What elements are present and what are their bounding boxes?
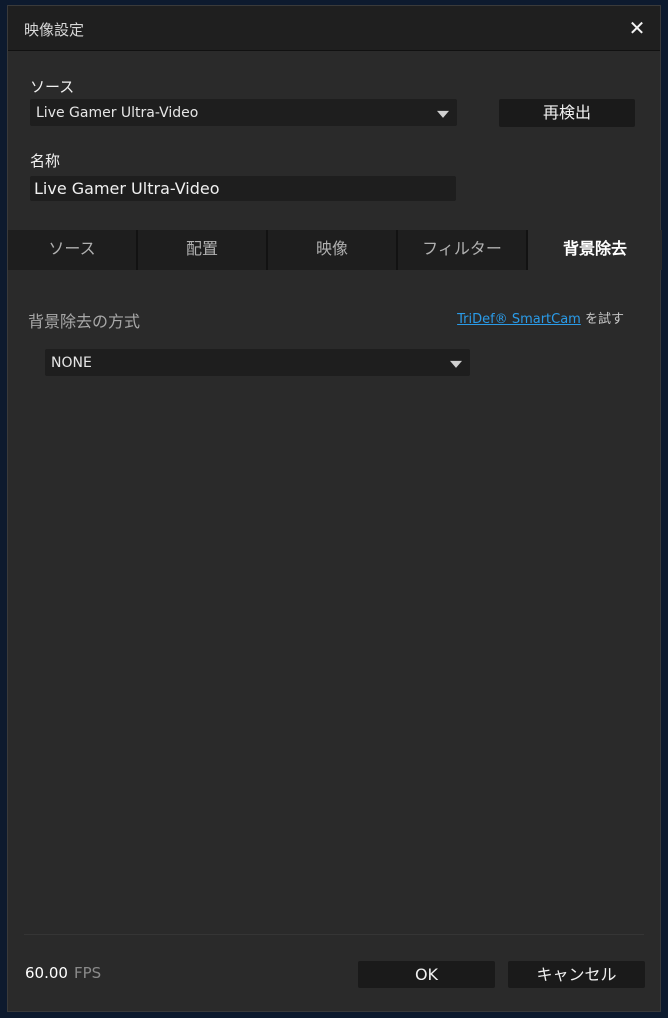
tab-bar: ソース 配置 映像 フィルター 背景除去 (8, 230, 662, 270)
fps-value: 60.00 (25, 964, 68, 982)
footer-divider (24, 934, 644, 935)
chevron-down-icon (450, 360, 462, 368)
dialog-title: 映像設定 (24, 21, 85, 39)
tab-source[interactable]: ソース (8, 230, 138, 270)
video-settings-dialog: 映像設定 ✕ ソース Live Gamer Ultra-Video 再検出 名称… (7, 5, 662, 1012)
name-input[interactable] (30, 176, 456, 201)
title-bar: 映像設定 ✕ (8, 6, 660, 51)
tab-video[interactable]: 映像 (268, 230, 398, 270)
try-suffix: を試す (580, 312, 624, 327)
tab-placement[interactable]: 配置 (138, 230, 268, 270)
source-label: ソース (30, 78, 75, 96)
fps-unit: FPS (73, 964, 102, 982)
redetect-button[interactable]: 再検出 (499, 99, 635, 127)
chevron-down-icon (437, 110, 449, 118)
ok-button[interactable]: OK (358, 961, 495, 988)
name-label: 名称 (30, 152, 61, 170)
try-smartcam-text: TriDef® SmartCam を試す (457, 308, 624, 327)
tab-filter[interactable]: フィルター (398, 230, 528, 270)
close-icon[interactable]: ✕ (626, 17, 648, 39)
background-method-value: NONE (51, 354, 92, 371)
background-method-select[interactable]: NONE (45, 349, 470, 376)
fps-readout: 60.00 FPS (25, 964, 101, 982)
source-select[interactable]: Live Gamer Ultra-Video (30, 99, 457, 126)
cancel-button[interactable]: キャンセル (508, 961, 645, 988)
source-select-value: Live Gamer Ultra-Video (36, 104, 199, 121)
tridef-smartcam-link[interactable]: TriDef® SmartCam (457, 312, 581, 327)
background-removal-method-title: 背景除去の方式 (28, 312, 141, 331)
tab-background-removal[interactable]: 背景除去 (528, 230, 662, 270)
